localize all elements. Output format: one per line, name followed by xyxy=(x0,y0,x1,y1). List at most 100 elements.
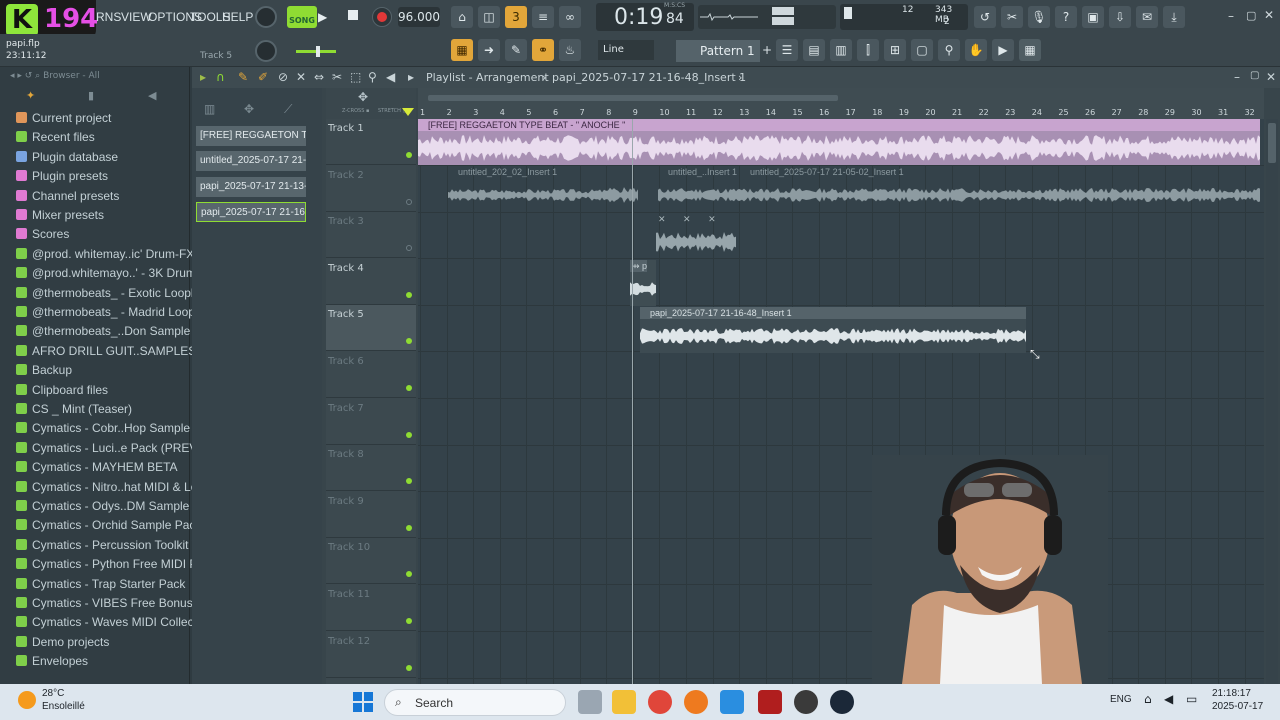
volume-icon[interactable]: ◀ xyxy=(1164,692,1173,706)
microphone-icon[interactable]: 🎙 xyxy=(1028,6,1050,28)
track-active-led[interactable] xyxy=(406,524,412,531)
clip-source-1[interactable]: [FREE] REGGAETON TY.. xyxy=(196,126,306,146)
browser-item[interactable]: Current project xyxy=(16,109,111,127)
undo-icon[interactable]: ↺ xyxy=(974,6,996,28)
chrome-icon[interactable] xyxy=(648,690,672,714)
track-active-led[interactable] xyxy=(406,478,412,485)
delete-icon[interactable]: ⊘ xyxy=(278,70,288,84)
clip-track1-beat[interactable]: [FREE] REGGAETON TYPE BEAT - " ANOCHE " xyxy=(418,119,1260,165)
track-active-led[interactable] xyxy=(406,291,412,298)
menu-help[interactable]: HELP xyxy=(222,10,253,24)
clock-time[interactable]: 21:18:17 xyxy=(1212,688,1251,699)
windows-start-icon[interactable] xyxy=(353,692,373,712)
browser-item[interactable]: Cymatics - Trap Starter Pack xyxy=(16,575,185,593)
clip-track2-d[interactable]: untitled_2025-07-17 21-05-02_Insert 1 xyxy=(740,166,1260,212)
record-button[interactable] xyxy=(372,7,392,27)
countdown-icon[interactable]: 3 xyxy=(505,6,527,28)
slice-icon[interactable]: ✂ xyxy=(332,70,342,84)
browser-item[interactable]: Backup xyxy=(16,361,72,379)
browser-item[interactable]: Cymatics - Nitro..hat MIDI & Loops xyxy=(16,478,217,496)
render-icon[interactable]: ⇩ xyxy=(1109,6,1131,28)
clip-track4[interactable]: ⇸ p xyxy=(630,260,656,306)
track-active-led[interactable] xyxy=(406,338,412,345)
track-active-led[interactable] xyxy=(406,198,412,205)
browser-item[interactable]: Scores xyxy=(16,225,69,243)
piano-roll-icon[interactable]: ▦ xyxy=(451,39,473,61)
playlist-maximize-icon[interactable]: ▢ xyxy=(1250,70,1259,81)
browser-item[interactable]: Plugin database xyxy=(16,148,118,166)
browser-item[interactable]: Envelopes xyxy=(16,652,88,670)
track-active-led[interactable] xyxy=(406,385,412,391)
zoom-move-icon[interactable]: ✥ xyxy=(358,90,368,104)
clip-move-icon[interactable]: ✥ xyxy=(244,102,254,116)
clip-track5-insert[interactable]: papi_2025-07-17 21-16-48_Insert 1 xyxy=(640,307,1026,353)
track-header[interactable]: Track 3 xyxy=(326,212,416,259)
clip-track2-a[interactable]: untitled_202_02_Insert 1 xyxy=(448,166,608,212)
select-icon[interactable]: ⬚ xyxy=(350,70,361,84)
add-pattern-icon[interactable]: + xyxy=(762,43,772,57)
pencil-tool-icon[interactable]: ✎ xyxy=(505,39,527,61)
weather-temp[interactable]: 28°C xyxy=(42,688,64,699)
photos-icon[interactable] xyxy=(720,690,744,714)
metronome-icon[interactable]: ⌂ xyxy=(451,6,473,28)
snap-selector[interactable]: Line xyxy=(598,40,654,60)
browser-speaker-icon[interactable]: ◀ xyxy=(148,89,156,102)
playlist-menu-icon[interactable]: ▸ xyxy=(200,70,206,84)
browser-item[interactable]: Clipboard files xyxy=(16,381,108,399)
track-active-led[interactable] xyxy=(406,571,412,578)
playlist-pattern-name[interactable]: papi_2025-07-17 21-16-48_Insert 1 xyxy=(552,71,746,84)
track-active-led[interactable] xyxy=(406,664,412,671)
mute-icon[interactable]: ✕ xyxy=(296,70,306,84)
clip-source-2[interactable]: untitled_2025-07-17 21-.. xyxy=(196,151,306,171)
track-header[interactable]: Track 6 xyxy=(326,352,416,398)
browser-item[interactable]: Demo projects xyxy=(16,633,109,651)
download-icon[interactable]: ⤓ xyxy=(1163,6,1185,28)
browser-item[interactable]: CS _ Mint (Teaser) xyxy=(16,400,132,418)
track-header[interactable]: Track 11 xyxy=(326,585,416,631)
taskbar-search[interactable]: ⌕ Search xyxy=(384,689,566,716)
playlist-grid[interactable]: [FREE] REGGAETON TYPE BEAT - " ANOCHE " … xyxy=(418,119,1264,684)
zoom-icon[interactable]: ⚲ xyxy=(368,70,377,84)
maximize-icon[interactable]: ▢ xyxy=(1246,9,1256,22)
weather-desc[interactable]: Ensoleillé xyxy=(42,701,85,712)
file-explorer-icon[interactable] xyxy=(612,690,636,714)
touch-keyboard-icon[interactable]: ✋ xyxy=(965,39,987,61)
horizontal-scrollbar[interactable] xyxy=(418,88,1264,108)
browser-item[interactable]: Cymatics - Odys..DM Sample Pack xyxy=(16,497,219,515)
master-pitch-knob[interactable] xyxy=(255,40,277,62)
playlist-close-icon[interactable]: ✕ xyxy=(1266,70,1276,84)
master-volume-knob[interactable] xyxy=(255,6,277,28)
browser-item[interactable]: @prod.whitemayo..' - 3K Drum Kit xyxy=(16,264,213,282)
playback-icon[interactable]: ◀ xyxy=(386,70,395,84)
minimize-icon[interactable]: – xyxy=(1228,9,1234,23)
help-icon[interactable]: ? xyxy=(1055,6,1077,28)
song-time-display[interactable]: 0:19 84 M:S:CS xyxy=(596,2,694,31)
track-header[interactable]: Track 12 xyxy=(326,632,416,678)
playlist-icon[interactable]: ☰ xyxy=(776,39,798,61)
browser-item[interactable]: @prod. whitemay..ic' Drum-FX Kit xyxy=(16,245,212,263)
language-indicator[interactable]: ENG xyxy=(1110,694,1132,705)
plugin-picker-icon[interactable]: ⚲ xyxy=(938,39,960,61)
clip-link-icon[interactable]: ⟋ xyxy=(284,102,292,117)
pencil-icon[interactable]: ✎ xyxy=(238,70,248,84)
browser-file-icon[interactable]: ▮ xyxy=(88,89,94,102)
cut-icon[interactable]: ✂ xyxy=(1001,6,1023,28)
track-active-led[interactable] xyxy=(406,245,412,252)
playlist-minimize-icon[interactable]: – xyxy=(1234,70,1240,84)
wait-for-input-icon[interactable]: ◫ xyxy=(478,6,500,28)
clip-source-3[interactable]: papi_2025-07-17 21-13-.. xyxy=(196,177,306,197)
chat-icon[interactable]: ✉ xyxy=(1136,6,1158,28)
online-icon[interactable]: ▦ xyxy=(1019,39,1041,61)
clip-source-4[interactable]: papi_2025-07-17 21-16-.. xyxy=(196,202,306,222)
browser-item[interactable]: Cymatics - Percussion Toolkit Vol 1 xyxy=(16,536,219,554)
vertical-scrollbar[interactable] xyxy=(1266,119,1278,684)
stop-icon[interactable] xyxy=(348,10,358,20)
song-mode-toggle[interactable]: SONG xyxy=(287,6,317,28)
pattern-selector[interactable]: Pattern 1 xyxy=(676,40,760,62)
save-icon[interactable]: ▣ xyxy=(1082,6,1104,28)
loop-record-icon[interactable]: ∞ xyxy=(559,6,581,28)
steam-icon[interactable] xyxy=(830,690,854,714)
clip-track2-c[interactable]: untitled_..Insert 1 xyxy=(658,166,740,212)
browser-item[interactable]: @thermobeats_ - Exotic Loopkit xyxy=(16,284,203,302)
close-icon[interactable]: ✕ xyxy=(1264,8,1274,22)
